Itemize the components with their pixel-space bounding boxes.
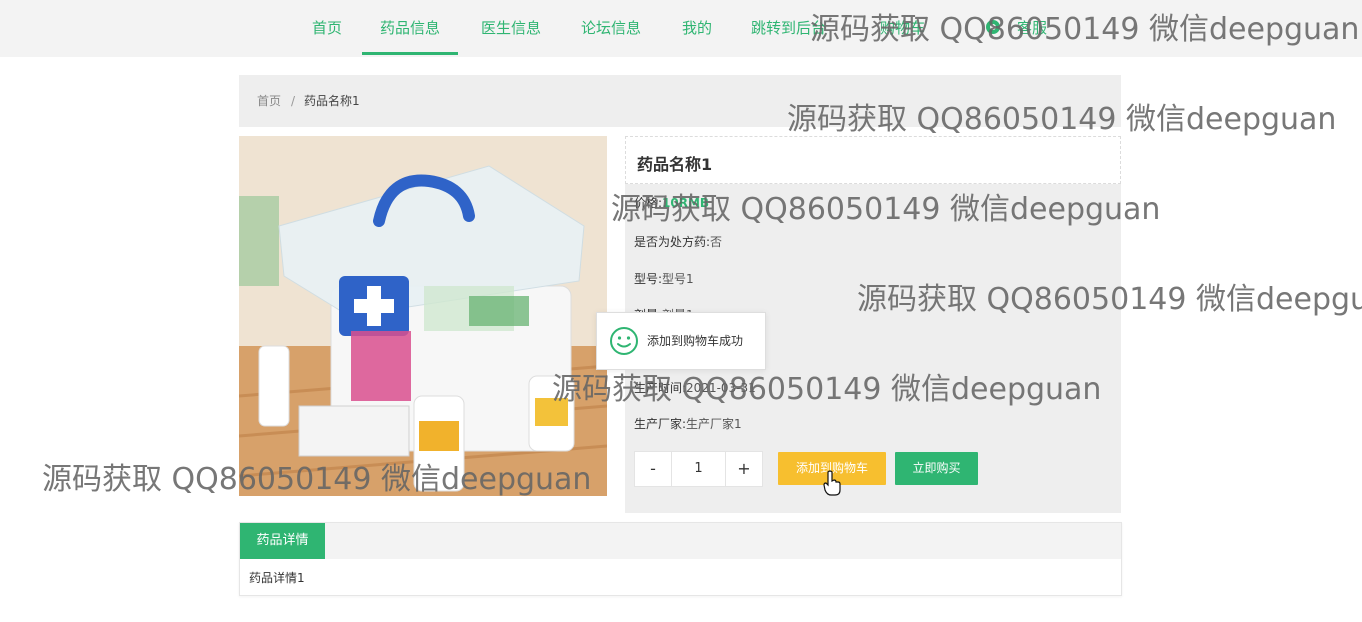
product-image xyxy=(239,136,607,496)
quantity-stepper: - 1 + xyxy=(634,451,763,487)
model-value: 型号1 xyxy=(662,272,694,286)
smile-icon xyxy=(610,327,638,355)
date-label: 生产时间: xyxy=(634,381,687,395)
nav-service-label: 客服 xyxy=(1017,19,1048,37)
toast-message: 添加到购物车成功 xyxy=(647,334,744,348)
price-row: 价格:10RMB xyxy=(634,194,709,211)
details-panel: 药品详情 药品详情1 xyxy=(239,522,1122,596)
model-label: 型号: xyxy=(634,272,663,286)
quantity-plus-button[interactable]: + xyxy=(725,452,762,486)
date-row: 生产时间:2021-03-31 xyxy=(634,379,756,396)
maker-value: 生产厂家1 xyxy=(686,417,742,431)
rx-row: 是否为处方药:否 xyxy=(634,233,722,250)
service-icon xyxy=(986,20,1000,34)
top-nav: 首页 药品信息 医生信息 论坛信息 我的 跳转到后台 购物车 客服 xyxy=(0,0,1362,57)
success-toast: 添加到购物车成功 xyxy=(596,312,766,370)
product-title: 药品名称1 xyxy=(637,155,713,174)
price-value: 10RMB xyxy=(662,196,710,210)
maker-row: 生产厂家:生产厂家1 xyxy=(634,415,742,432)
breadcrumb: 首页 / 药品名称1 xyxy=(239,75,1121,127)
details-tab-bar: 药品详情 xyxy=(240,523,1121,559)
nav-medicine[interactable]: 药品信息 xyxy=(361,0,459,57)
rx-value: 否 xyxy=(710,235,723,249)
hand-cursor-icon xyxy=(823,470,841,496)
nav-home[interactable]: 首页 xyxy=(312,0,342,57)
price-label: 价格: xyxy=(634,196,663,210)
details-content: 药品详情1 xyxy=(249,571,305,585)
breadcrumb-current: 药品名称1 xyxy=(304,94,360,108)
quantity-input[interactable]: 1 xyxy=(672,452,725,486)
product-title-box: 药品名称1 xyxy=(625,136,1121,184)
breadcrumb-separator: / xyxy=(291,94,296,108)
tab-details[interactable]: 药品详情 xyxy=(240,523,325,559)
nav-doctors[interactable]: 医生信息 xyxy=(481,0,541,57)
nav-admin[interactable]: 跳转到后台 xyxy=(751,0,826,57)
model-row: 型号:型号1 xyxy=(634,270,694,287)
buy-now-button[interactable]: 立即购买 xyxy=(895,452,978,485)
nav-mine[interactable]: 我的 xyxy=(682,0,712,57)
nav-forum[interactable]: 论坛信息 xyxy=(581,0,641,57)
quantity-minus-button[interactable]: - xyxy=(635,452,672,486)
maker-label: 生产厂家: xyxy=(634,417,687,431)
nav-cart[interactable]: 购物车 xyxy=(880,0,925,57)
date-value: 2021-03-31 xyxy=(686,381,756,395)
medicine-box-image xyxy=(239,136,607,496)
breadcrumb-home[interactable]: 首页 xyxy=(257,75,281,127)
rx-label: 是否为处方药: xyxy=(634,235,711,249)
